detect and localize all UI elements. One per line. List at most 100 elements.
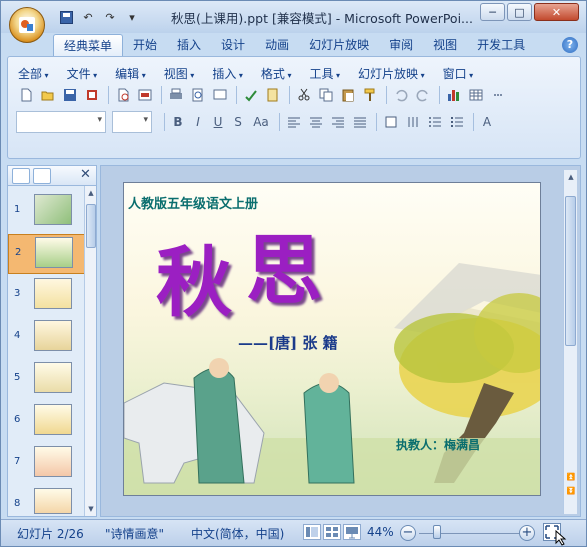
tab-insert[interactable]: 插入 — [167, 34, 211, 56]
minimize-button[interactable]: ─ — [480, 3, 505, 21]
align-right-button[interactable] — [328, 112, 348, 132]
scroll-up-icon[interactable]: ▲ — [566, 172, 576, 182]
zoom-slider-thumb[interactable] — [433, 525, 441, 539]
menu-slideshow[interactable]: 幻灯片放映 — [358, 65, 425, 82]
print-preview-button[interactable] — [113, 85, 133, 105]
toolbar-divider — [161, 86, 162, 104]
slide-thumbnail[interactable]: 1 — [8, 192, 86, 232]
slide-thumbnail[interactable]: 5 — [8, 360, 86, 400]
columns-button[interactable] — [381, 112, 401, 132]
insert-table-button[interactable] — [466, 85, 486, 105]
zoom-out-button[interactable]: − — [400, 525, 416, 541]
insert-chart-button[interactable] — [444, 85, 464, 105]
align-center-button[interactable] — [306, 112, 326, 132]
scroll-up-icon[interactable]: ▲ — [86, 188, 96, 198]
slide-sorter-button[interactable] — [323, 524, 341, 540]
scrollbar-thumb[interactable] — [565, 196, 576, 346]
italic-button[interactable]: I — [189, 112, 207, 132]
scroll-down-icon[interactable]: ▼ — [86, 504, 96, 514]
slideshow-view-button[interactable] — [343, 524, 361, 540]
font-color-button[interactable]: A — [478, 112, 496, 132]
research-button[interactable] — [263, 85, 283, 105]
justify-button[interactable] — [350, 112, 370, 132]
menu-view[interactable]: 视图 — [164, 65, 195, 82]
export-pdf-button[interactable] — [135, 85, 155, 105]
tab-slideshow[interactable]: 幻灯片放映 — [299, 34, 379, 56]
align-left-icon — [288, 117, 300, 128]
status-bar: 幻灯片 2/26 "诗情画意" 中文(简体，中国) 44% − + — [1, 519, 586, 546]
permission-button[interactable] — [82, 85, 102, 105]
tab-slides-thumbnails[interactable] — [12, 168, 30, 184]
slide-thumbnail[interactable]: 4 — [8, 318, 86, 358]
menu-window[interactable]: 窗口 — [443, 65, 474, 82]
more-options-button[interactable] — [488, 85, 508, 105]
redo-button[interactable]: ↷ — [101, 9, 119, 25]
menu-tools[interactable]: 工具 — [309, 65, 340, 82]
help-icon[interactable]: ? — [562, 37, 578, 53]
underline-button[interactable]: U — [209, 112, 227, 132]
cut-button[interactable] — [294, 85, 314, 105]
tab-classic-menu[interactable]: 经典菜单 — [53, 34, 124, 56]
menu-all[interactable]: 全部 — [18, 65, 49, 82]
menu-file[interactable]: 文件 — [67, 65, 98, 82]
slide-canvas[interactable]: 人教版五年级语文上册 秋 思 ——[唐] 张 籍 执教人：梅满昌 — [123, 182, 541, 496]
tab-review[interactable]: 审阅 — [379, 34, 423, 56]
tab-view[interactable]: 视图 — [423, 34, 467, 56]
panel-close-icon[interactable]: ✕ — [80, 167, 91, 182]
formatting-toolbar: B I U S Aa A — [16, 111, 498, 133]
prev-slide-icon[interactable]: ⏫ — [566, 472, 576, 482]
font-name-combo[interactable] — [16, 111, 106, 133]
slide-thumbnail-selected[interactable]: 2 — [8, 234, 86, 274]
format-painter-button[interactable] — [360, 85, 380, 105]
slideshow-button[interactable] — [210, 85, 230, 105]
font-size-combo[interactable] — [112, 111, 152, 133]
save-toolbar-button[interactable] — [60, 85, 80, 105]
open-button[interactable] — [38, 85, 58, 105]
preview-button[interactable] — [188, 85, 208, 105]
tab-outline[interactable] — [33, 168, 51, 184]
undo-button[interactable]: ↶ — [79, 9, 97, 25]
scrollbar-thumb[interactable] — [86, 204, 96, 248]
tab-developer[interactable]: 开发工具 — [467, 34, 535, 56]
toolbar-divider — [289, 86, 290, 104]
tab-animation[interactable]: 动画 — [255, 34, 299, 56]
normal-view-button[interactable] — [303, 524, 321, 540]
change-case-button[interactable]: Aa — [249, 112, 273, 132]
language-indicator[interactable]: 中文(简体，中国) — [191, 525, 284, 542]
tab-design[interactable]: 设计 — [211, 34, 255, 56]
tab-home[interactable]: 开始 — [123, 34, 167, 56]
panel-tabs: ✕ — [8, 166, 96, 186]
menu-format[interactable]: 格式 — [261, 65, 292, 82]
slide-thumbnail-image — [35, 237, 73, 268]
slides-panel-scrollbar[interactable]: ▲ ▼ — [84, 186, 96, 516]
bold-button[interactable]: B — [169, 112, 187, 132]
spelling-button[interactable] — [241, 85, 261, 105]
new-button[interactable] — [16, 85, 36, 105]
slide-thumbnail[interactable]: 7 — [8, 444, 86, 484]
slide-number: 8 — [14, 498, 21, 509]
save-button[interactable] — [57, 9, 75, 25]
copy-button[interactable] — [316, 85, 336, 105]
customize-qat-button[interactable]: ▾ — [123, 9, 141, 25]
text-direction-button[interactable] — [403, 112, 423, 132]
title-char-qiu: 秋 — [156, 238, 232, 327]
menu-insert[interactable]: 插入 — [212, 65, 243, 82]
office-button[interactable] — [9, 7, 45, 43]
menu-edit[interactable]: 编辑 — [115, 65, 146, 82]
close-button[interactable]: ✕ — [534, 3, 579, 21]
maximize-button[interactable]: □ — [507, 3, 532, 21]
numbering-button[interactable] — [425, 112, 445, 132]
align-left-button[interactable] — [284, 112, 304, 132]
editor-scrollbar[interactable]: ▲ ⏫ ⏬ — [563, 170, 577, 514]
paste-button[interactable] — [338, 85, 358, 105]
toolbar-redo-button[interactable] — [413, 85, 433, 105]
toolbar-undo-button[interactable] — [391, 85, 411, 105]
print-button[interactable] — [166, 85, 186, 105]
shadow-button[interactable]: S — [229, 112, 247, 132]
next-slide-icon[interactable]: ⏬ — [566, 486, 576, 496]
bullets-button[interactable] — [447, 112, 467, 132]
zoom-level[interactable]: 44% — [367, 525, 394, 539]
slide-thumbnail[interactable]: 6 — [8, 402, 86, 442]
slide-thumbnail[interactable]: 3 — [8, 276, 86, 316]
zoom-in-button[interactable]: + — [519, 525, 535, 541]
